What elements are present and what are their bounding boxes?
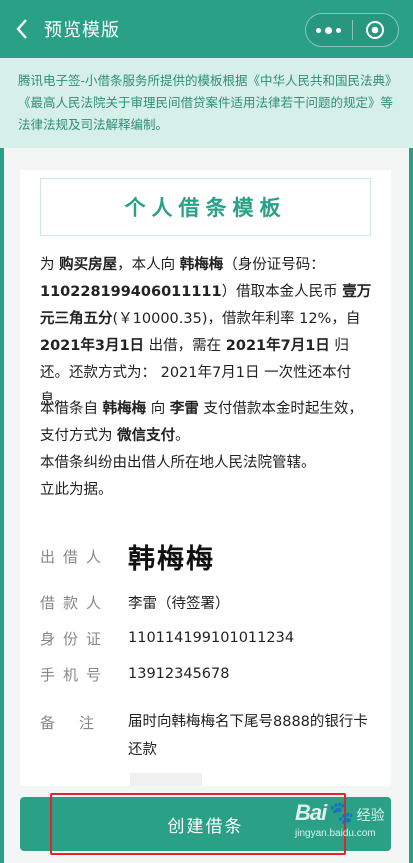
chevron-left-icon [16,19,27,39]
more-dots-icon [316,26,342,34]
id-row: 身份证 110114199101011234 [40,620,380,656]
watermark-label: 经验 [356,807,385,823]
borrower-value: 李雷（待签署） [128,595,230,612]
borrower-label: 借款人 [40,593,110,612]
target-circle-icon [366,21,385,39]
remark-row: 备注 届时向韩梅梅名下尾号8888的银行卡还款 [40,708,380,764]
lender-name: 韩梅梅 [102,401,147,417]
baidu-jingyan-watermark: Bai🐾 经验 jingyan.baidu.com [295,800,405,860]
id-label: 身份证 [40,629,110,648]
lender-label: 出借人 [40,547,110,566]
effective-terms-paragraph: 本借条自 韩梅梅 向 李雷 支付借款本金时起生效，支付方式为 微信支付。 本借条… [40,401,363,498]
signature-fields: 出借人 韩梅梅 借款人 李雷（待签署） 身份证 1101141991010112… [40,528,380,764]
phone-row: 手机号 13912345678 [40,656,380,692]
iou-document-card: 个人借条模板 为 购买房屋，本人向 韩梅梅（身份证号码：110228199406… [20,170,391,863]
close-mini-program-button[interactable] [353,14,399,46]
watermark-logo: Bai [295,800,327,825]
remark-label: 备注 [40,714,119,732]
loan-start-date: 2021年3月1日 [40,338,145,354]
lender-id-number: 110228199406011111 [40,284,222,300]
lender-name: 韩梅梅 [179,257,224,273]
paw-icon: 🐾 [326,800,353,825]
loan-purpose: 购买房屋 [59,257,118,273]
template-notice: 腾讯电子签-小借条服务所提供的模板根据《中华人民共和国民法典》《最高人民法院关于… [0,58,413,148]
payment-method: 微信支付 [117,428,176,444]
loan-end-date: 2021年7月1日 [225,338,330,354]
id-value: 110114199101011234 [128,630,295,646]
lender-signature: 韩梅梅 [128,543,215,575]
nav-header: 预览模版 [0,0,413,58]
document-title-box: 个人借条模板 [40,178,371,236]
page-title: 预览模版 [44,20,120,41]
remark-value: 届时向韩梅梅名下尾号8888的银行卡还款 [128,714,368,758]
phone-value: 13912345678 [128,666,230,682]
phone-label: 手机号 [40,665,110,684]
jurisdiction-line: 本借条纠纷由出借人所在地人民法院管辖。 [40,455,316,471]
document-title: 个人借条模板 [124,196,287,220]
mini-program-capsule [305,13,399,47]
lender-row: 出借人 韩梅梅 [40,528,380,584]
watermark-url: jingyan.baidu.com [295,828,376,839]
borrower-name: 李雷 [169,401,199,417]
loan-terms-paragraph: 为 购买房屋，本人向 韩梅梅（身份证号码：110228199406011111）… [40,257,372,408]
borrower-row: 借款人 李雷（待签署） [40,584,380,620]
back-button[interactable] [0,0,44,58]
more-button[interactable] [306,14,352,46]
closing-line: 立此为据。 [40,482,113,498]
